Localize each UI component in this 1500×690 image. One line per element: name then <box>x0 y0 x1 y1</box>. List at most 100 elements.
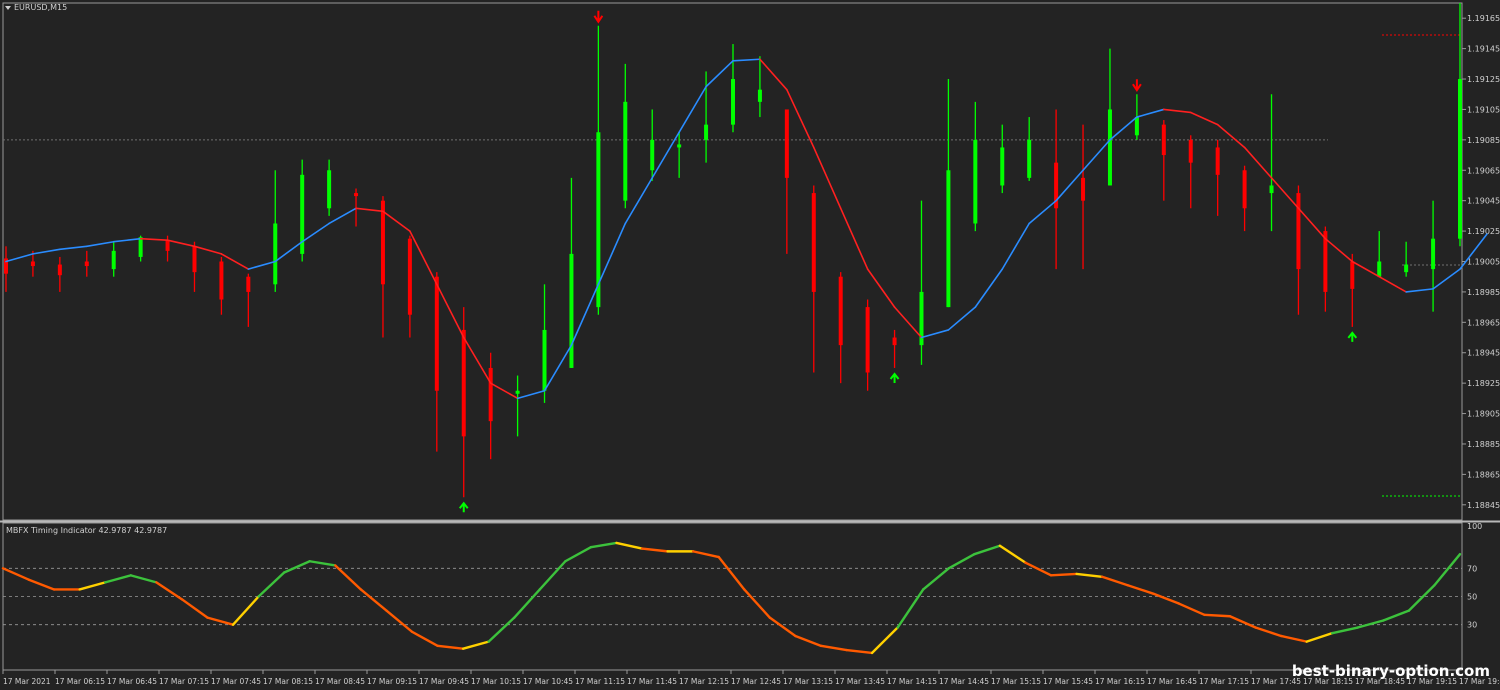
ma-segment <box>5 253 34 263</box>
ma-segment <box>1432 268 1461 290</box>
price-tick-label: 1.18845 <box>1467 501 1500 510</box>
candle-body <box>811 193 816 292</box>
indicator-segment <box>1203 613 1232 618</box>
time-tick-label: 17 Mar 11:15 <box>575 677 625 686</box>
indicator-segment <box>1305 631 1334 643</box>
indicator-segment <box>947 553 976 570</box>
ma-segment <box>1297 207 1327 240</box>
indicator-segment <box>231 595 260 626</box>
candle-body <box>84 261 89 267</box>
indicator-segment <box>794 634 823 648</box>
indicator-segment <box>1049 572 1078 577</box>
price-tick-label: 1.18865 <box>1467 470 1500 479</box>
ma-segment <box>1378 275 1407 293</box>
candle-body <box>111 250 116 270</box>
watermark: best-binary-option.com <box>1291 662 1490 680</box>
price-tick-label: 1.19145 <box>1467 45 1500 54</box>
ma-segment <box>1243 146 1273 179</box>
candle-body <box>973 139 978 224</box>
indicator-segment <box>564 545 593 563</box>
candle-body <box>623 101 628 201</box>
ma-segment <box>1136 108 1165 118</box>
candle-body <box>1350 261 1355 289</box>
ma-segment <box>947 306 977 331</box>
ma-segment <box>543 344 573 392</box>
ma-segment <box>436 283 465 339</box>
ma-segment <box>1028 199 1057 225</box>
sell-arrow-icon <box>593 10 604 24</box>
indicator-segment <box>513 588 541 619</box>
ma-segment <box>1216 123 1246 149</box>
ma-segment <box>678 85 707 134</box>
indicator-segment <box>896 588 925 629</box>
indicator-segment <box>998 544 1027 564</box>
price-tick-label: 1.18985 <box>1467 288 1500 297</box>
indicator-segment <box>129 574 158 584</box>
ma-segment <box>839 207 869 270</box>
indicator-segment <box>870 626 899 655</box>
indicator-segment <box>206 616 235 626</box>
candle-body <box>542 329 547 391</box>
price-tick-label: 1.18905 <box>1467 410 1500 419</box>
buy-arrow-icon <box>458 501 469 513</box>
candle-body <box>407 238 412 315</box>
candle-body <box>1027 139 1032 178</box>
price-tick-label: 1.19085 <box>1467 136 1500 145</box>
indicator-segment <box>1075 572 1104 578</box>
ma-segment <box>812 146 842 210</box>
time-tick-label: 17 Mar 07:45 <box>211 677 261 686</box>
indicator-segment <box>436 644 465 650</box>
indicator-segment <box>461 640 490 650</box>
time-tick-label: 17 Mar 09:45 <box>419 677 469 686</box>
buy-arrow-icon <box>1347 331 1358 342</box>
candle-body <box>219 261 224 300</box>
candle-body <box>731 79 735 125</box>
ma-segment <box>1109 116 1138 141</box>
time-tick-label: 17 Mar 14:15 <box>887 677 937 686</box>
candle-body <box>1377 261 1382 277</box>
ma-segment <box>220 253 250 270</box>
time-tick-label: 17 Mar 11:45 <box>627 677 677 686</box>
candle-body <box>946 170 951 308</box>
indicator-title: MBFX Timing Indicator 42.9787 42.9787 <box>6 526 168 535</box>
price-tick-label: 1.18885 <box>1467 440 1500 449</box>
indicator-segment <box>819 644 848 652</box>
indicator-segment <box>768 616 797 638</box>
ma-segment <box>139 237 169 242</box>
indicator-tick-label: 70 <box>1467 564 1477 573</box>
ma-segment <box>32 248 61 255</box>
time-tick-label: 17 Mar 15:15 <box>991 677 1041 686</box>
ma-segment <box>274 240 303 263</box>
candle-body <box>569 253 574 368</box>
indicator-segment <box>743 588 772 619</box>
ma-segment <box>382 210 411 232</box>
indicator-segment <box>104 574 133 584</box>
candle-body <box>784 109 789 178</box>
candle-body <box>515 390 520 394</box>
indicator-segment <box>180 598 209 619</box>
price-tick-label: 1.19005 <box>1467 258 1500 267</box>
price-tick-label: 1.18925 <box>1467 379 1500 388</box>
time-tick-label: 17 Mar 13:15 <box>783 677 833 686</box>
indicator-segment <box>410 630 439 648</box>
indicator-tick-label: 30 <box>1467 621 1477 630</box>
ma-segment <box>651 131 680 179</box>
indicator-segment <box>282 560 311 574</box>
indicator-segment <box>1407 584 1436 612</box>
time-tick-label: 17 Mar 12:45 <box>731 677 781 686</box>
price-tick-label: 1.18945 <box>1467 349 1500 358</box>
indicator-segment <box>973 544 1002 556</box>
candle-body <box>1269 185 1274 194</box>
candle-body <box>1296 193 1301 270</box>
ma-segment <box>301 222 330 243</box>
candle-body <box>1161 124 1166 156</box>
ma-segment <box>624 177 654 225</box>
indicator-segment <box>845 648 874 655</box>
candle-body <box>838 276 843 346</box>
candle-body <box>1431 238 1436 270</box>
ma-segment <box>409 230 438 286</box>
ma-segment <box>759 58 788 91</box>
price-chart-svg[interactable]: 1.19165 1.19145 1.19125 1.19105 1.19085 1.190… <box>0 0 1500 690</box>
ma-segment <box>85 240 115 248</box>
indicator-segment <box>1024 561 1053 577</box>
